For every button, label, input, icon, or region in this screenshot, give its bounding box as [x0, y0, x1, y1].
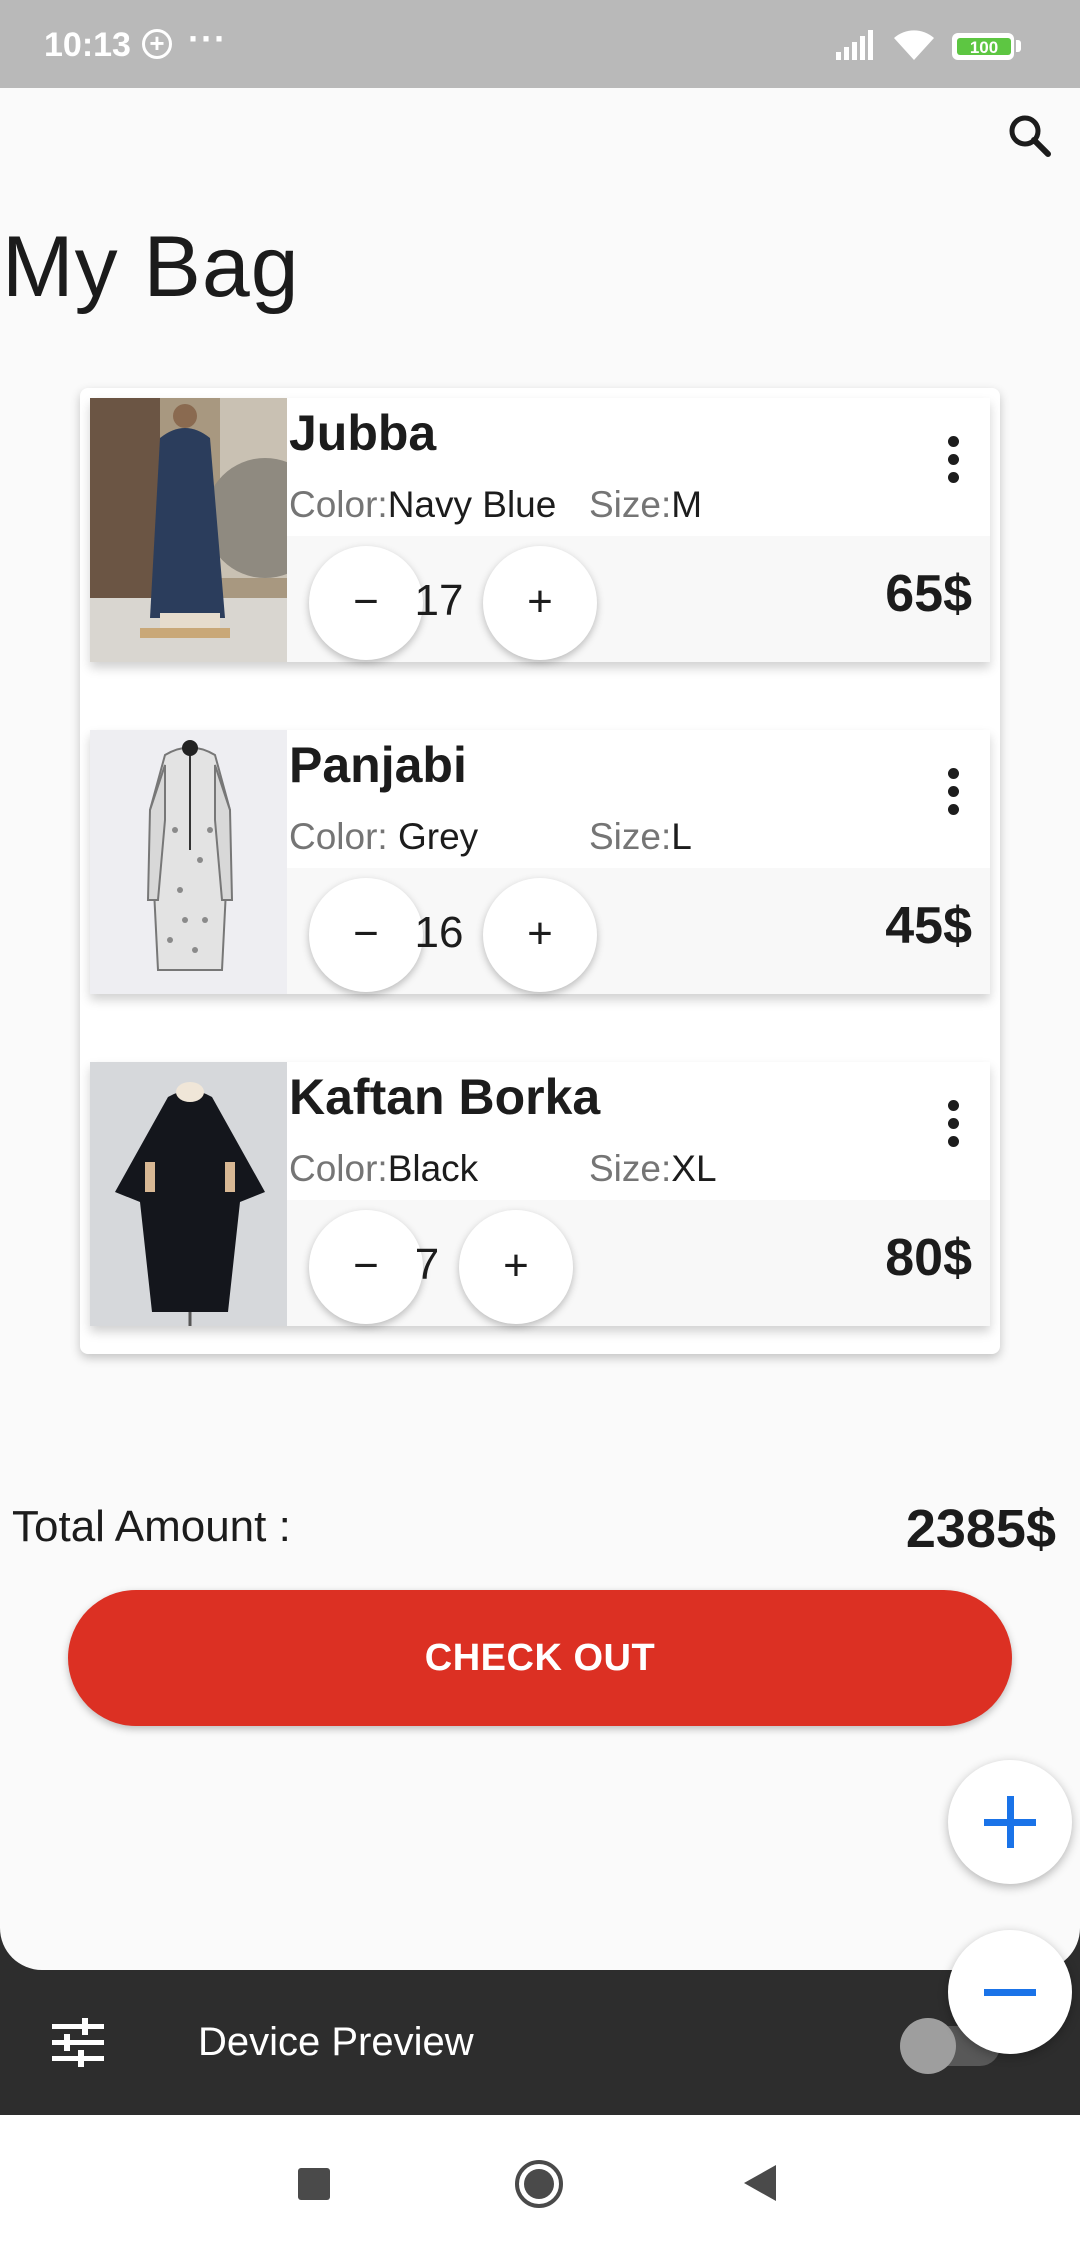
bag-list: Jubba Color:Navy Blue Size:M − 17 + 65$: [80, 388, 1000, 1354]
quantity-value: 7: [414, 1240, 440, 1289]
product-image: [90, 1062, 287, 1326]
battery-level: 100: [957, 38, 1011, 57]
item-size: Size:M: [589, 484, 702, 526]
bag-item-panjabi[interactable]: Panjabi Color: Grey Size:L − 16 + 45$: [90, 730, 990, 994]
more-vert-icon[interactable]: [948, 768, 960, 816]
checkout-button[interactable]: CHECK OUT: [68, 1590, 1012, 1726]
item-actions: − 16 + 45$: [287, 868, 990, 994]
robe-photo-navy-icon: [90, 398, 287, 662]
battery-tip: [1016, 40, 1021, 52]
back-icon[interactable]: [742, 2163, 778, 2203]
zoom-in-button[interactable]: [948, 1760, 1072, 1884]
battery-icon: 100: [952, 33, 1014, 60]
add-circle-icon: +: [142, 29, 172, 59]
item-name: Panjabi: [289, 737, 467, 793]
item-details: Jubba Color:Navy Blue Size:M: [287, 398, 990, 536]
recents-icon[interactable]: [298, 2168, 330, 2200]
size-label: Size:: [589, 1148, 672, 1189]
device-preview-bar: Device Preview: [0, 1970, 1080, 2115]
plus-icon: [984, 1796, 1036, 1848]
total-value: 2385$: [905, 1499, 1056, 1559]
item-price: 45$: [885, 897, 972, 955]
size-value: XL: [671, 1148, 717, 1189]
app-screen: My Bag Jubba Color:Navy Blue Size:M − 17…: [0, 88, 1080, 1970]
device-preview-label: Device Preview: [198, 2020, 474, 2064]
item-size: Size:XL: [589, 1148, 717, 1190]
status-bar: 10:13 + ··· 100: [0, 0, 1080, 88]
item-actions: − 17 + 65$: [287, 536, 990, 662]
more-notifications-icon: ···: [188, 18, 227, 59]
size-value: M: [671, 484, 703, 525]
item-color: Color:Black: [289, 1148, 478, 1190]
item-actions: − 7 + 80$: [287, 1200, 990, 1326]
size-value: L: [671, 816, 692, 857]
bag-item-kaftan-borka[interactable]: Kaftan Borka Color:Black Size:XL − 7 + 8…: [90, 1062, 990, 1326]
signal-icon: [836, 30, 873, 60]
increment-button[interactable]: +: [483, 878, 597, 992]
item-name: Jubba: [289, 405, 437, 461]
size-label: Size:: [589, 816, 672, 857]
wifi-icon: [894, 30, 934, 60]
status-time: 10:13: [44, 26, 131, 64]
color-label: Color:: [289, 1148, 388, 1189]
product-image: [90, 398, 287, 662]
quantity-value: 16: [414, 908, 464, 957]
color-label: Color:: [289, 484, 388, 525]
product-image: [90, 730, 287, 994]
color-label: Color:: [289, 816, 398, 857]
quantity-value: 17: [414, 576, 464, 625]
item-color: Color:Navy Blue: [289, 484, 556, 526]
bag-item-jubba[interactable]: Jubba Color:Navy Blue Size:M − 17 + 65$: [90, 398, 990, 662]
zoom-out-button[interactable]: [948, 1930, 1072, 2054]
more-vert-icon[interactable]: [948, 436, 960, 484]
item-color: Color: Grey: [289, 816, 478, 858]
home-icon[interactable]: [514, 2159, 564, 2209]
item-name: Kaftan Borka: [289, 1069, 601, 1125]
item-details: Panjabi Color: Grey Size:L: [287, 730, 990, 868]
total-label: Total Amount :: [12, 1502, 291, 1551]
system-nav-bar: [0, 2115, 1080, 2246]
robe-photo-grey-icon: [90, 730, 287, 994]
minus-icon: [984, 1989, 1036, 1996]
item-details: Kaftan Borka Color:Black Size:XL: [287, 1062, 990, 1200]
item-price: 65$: [885, 565, 972, 623]
tune-icon[interactable]: [52, 2016, 104, 2068]
page-title: My Bag: [2, 219, 300, 315]
color-value: Black: [387, 1148, 479, 1189]
color-value: Navy Blue: [387, 484, 557, 525]
increment-button[interactable]: +: [459, 1210, 573, 1324]
increment-button[interactable]: +: [483, 546, 597, 660]
search-icon[interactable]: [1004, 110, 1056, 162]
item-price: 80$: [885, 1229, 972, 1287]
more-vert-icon[interactable]: [948, 1100, 960, 1148]
robe-photo-black-icon: [90, 1062, 287, 1326]
item-size: Size:L: [589, 816, 692, 858]
color-value: Grey: [397, 816, 479, 857]
size-label: Size:: [589, 484, 672, 525]
